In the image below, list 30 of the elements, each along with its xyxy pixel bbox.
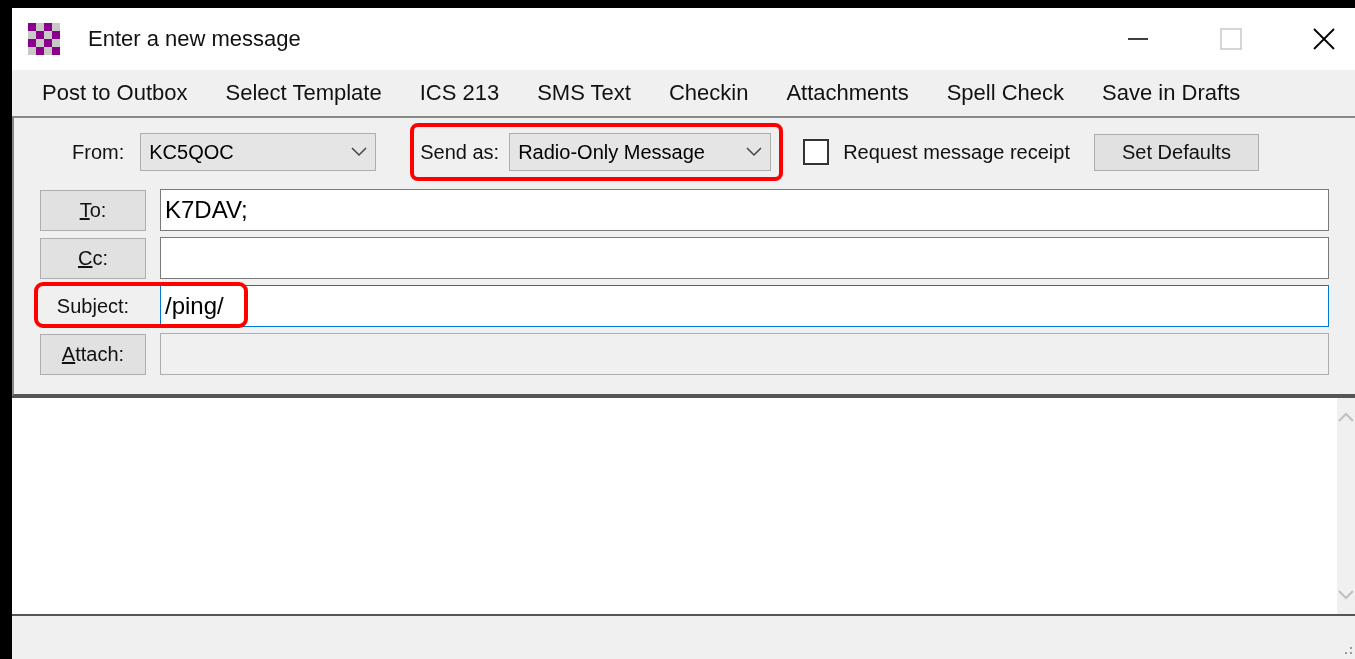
send-as-dropdown[interactable]: Radio-Only Message [509,133,772,171]
scrollbar[interactable] [1337,398,1355,614]
menu-item[interactable]: Checkin [668,80,749,106]
menu-item[interactable]: Attachments [786,80,909,106]
input-field[interactable] [160,237,1329,279]
set-defaults-button[interactable]: Set Defaults [1093,133,1259,171]
send-as-label: Send as: [420,140,500,164]
scroll-down-icon[interactable] [1338,590,1354,600]
close-icon[interactable] [1313,28,1335,50]
menu-item[interactable]: Spell Check [946,80,1065,106]
address-button[interactable]: To: [40,189,146,231]
input-field[interactable]: /ping/ [160,285,1329,327]
menu-item[interactable]: Select Template [225,80,382,106]
from-dropdown[interactable]: KC5QOC [140,133,377,171]
checkbox-label: Request message receipt [843,140,1070,164]
resize-grip-icon[interactable] [1343,645,1353,655]
chevron-down-icon [351,147,368,157]
address-button[interactable]: Cc: [40,237,146,279]
checkbox[interactable] [803,139,830,165]
from-label: From: [72,140,125,164]
app-icon [28,23,60,55]
menu-item[interactable]: SMS Text [537,80,631,106]
field-label: Subject: [55,294,131,318]
chevron-down-icon [746,147,763,157]
menu-item[interactable]: Save in Drafts [1102,80,1241,106]
input-field[interactable]: K7DAV; [160,189,1329,231]
window-title: Enter a new message [88,26,301,52]
scroll-up-icon[interactable] [1338,412,1354,422]
menu-item[interactable]: ICS 213 [419,80,500,106]
menu-item[interactable]: Post to Outbox [42,80,188,106]
